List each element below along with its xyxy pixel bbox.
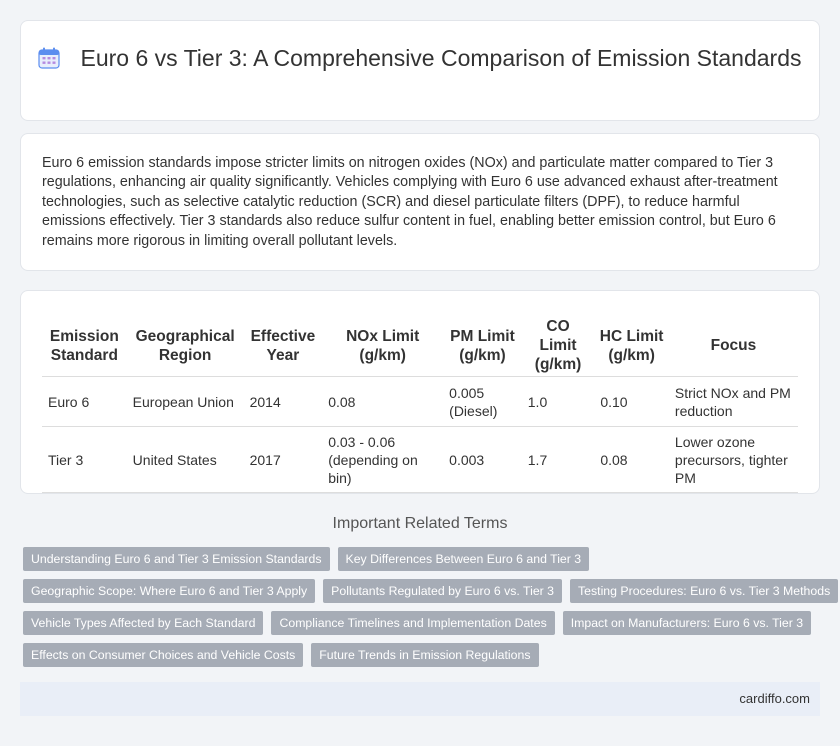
related-terms-tags: Understanding Euro 6 and Tier 3 Emission…	[23, 547, 839, 675]
title-card: Euro 6 vs Tier 3: A Comprehensive Compar…	[20, 20, 820, 121]
table-cell: 0.08	[594, 426, 669, 493]
related-term-tag[interactable]: Vehicle Types Affected by Each Standard	[23, 611, 264, 635]
table-cell: 0.03 - 0.06 (depending on bin)	[322, 426, 444, 493]
tag-row: Understanding Euro 6 and Tier 3 Emission…	[23, 547, 823, 571]
related-term-tag[interactable]: Future Trends in Emission Regulations	[311, 643, 539, 667]
table-row: Tier 3 United States 2017 0.03 - 0.06 (d…	[42, 426, 798, 493]
col-effective-year: Effective Year	[243, 315, 323, 377]
col-emission-standard: Emission Standard	[42, 315, 127, 377]
page-title: Euro 6 vs Tier 3: A Comprehensive Compar…	[80, 45, 802, 71]
table-cell: 1.0	[521, 376, 595, 427]
table-cell: Tier 3	[42, 426, 127, 493]
page-title-wrap: Euro 6 vs Tier 3: A Comprehensive Compar…	[21, 44, 819, 73]
related-terms-title: Important Related Terms	[332, 515, 508, 532]
related-term-tag[interactable]: Geographic Scope: Where Euro 6 and Tier …	[23, 579, 316, 603]
table-header-row: Emission Standard Geographical Region Ef…	[42, 315, 798, 377]
related-term-tag[interactable]: Compliance Timelines and Implementation …	[271, 611, 555, 635]
table-cell: 0.10	[594, 376, 669, 427]
comparison-table: Emission Standard Geographical Region Ef…	[42, 315, 798, 493]
intro-card: Euro 6 emission standards impose stricte…	[20, 133, 820, 271]
related-term-tag[interactable]: Pollutants Regulated by Euro 6 vs. Tier …	[323, 579, 563, 603]
related-term-tag[interactable]: Understanding Euro 6 and Tier 3 Emission…	[23, 547, 330, 571]
footer-site-link[interactable]: cardiffo.com	[739, 691, 810, 706]
col-co-limit: CO Limit (g/km)	[521, 315, 595, 377]
col-pm-limit: PM Limit (g/km)	[443, 315, 522, 377]
table-cell: 0.08	[322, 376, 444, 427]
related-term-tag[interactable]: Testing Procedures: Euro 6 vs. Tier 3 Me…	[570, 579, 839, 603]
tag-row: Geographic Scope: Where Euro 6 and Tier …	[23, 579, 839, 603]
intro-paragraph: Euro 6 emission standards impose stricte…	[42, 155, 778, 249]
col-nox-limit: NOx Limit (g/km)	[322, 315, 444, 377]
table-cell: 2014	[243, 376, 323, 427]
table-cell: 2017	[243, 426, 323, 493]
table-cell: 1.7	[521, 426, 595, 493]
col-geographical-region: Geographical Region	[126, 315, 244, 377]
tag-row: Vehicle Types Affected by Each Standard …	[23, 611, 823, 635]
related-term-tag[interactable]: Impact on Manufacturers: Euro 6 vs. Tier…	[562, 611, 812, 635]
calendar-icon	[38, 47, 61, 69]
comparison-table-card: Emission Standard Geographical Region Ef…	[20, 290, 820, 494]
table-cell: Euro 6	[42, 376, 127, 427]
table-cell: 0.005 (Diesel)	[443, 376, 522, 427]
table-row: Euro 6 European Union 2014 0.08 0.005 (D…	[42, 376, 798, 427]
table-cell: European Union	[126, 376, 244, 427]
footer: cardiffo.com	[20, 682, 820, 716]
col-hc-limit: HC Limit (g/km)	[594, 315, 669, 377]
related-term-tag[interactable]: Effects on Consumer Choices and Vehicle …	[23, 643, 304, 667]
table-cell: 0.003	[443, 426, 522, 493]
tag-row: Effects on Consumer Choices and Vehicle …	[23, 643, 823, 667]
related-term-tag[interactable]: Key Differences Between Euro 6 and Tier …	[337, 547, 590, 571]
table-cell: Lower ozone precursors, tighter PM	[668, 426, 798, 493]
table-cell: United States	[126, 426, 244, 493]
table-cell: Strict NOx and PM reduction	[668, 376, 798, 427]
col-focus: Focus	[668, 315, 798, 377]
